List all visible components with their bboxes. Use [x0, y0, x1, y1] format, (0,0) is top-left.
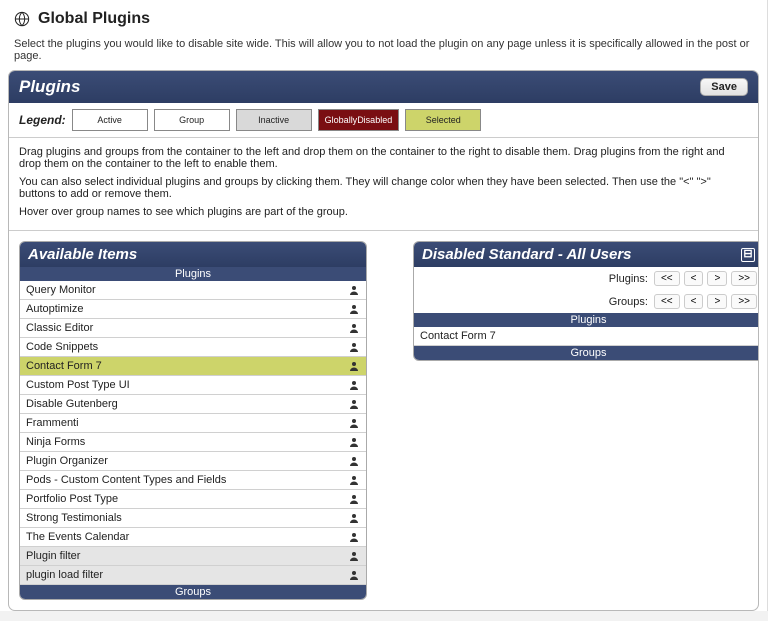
- available-plugin-item[interactable]: Query Monitor: [20, 281, 366, 300]
- groups-control-label: Groups:: [609, 296, 648, 308]
- panel-header: Plugins Save: [9, 71, 758, 103]
- person-icon: [348, 455, 360, 467]
- plugin-label: Portfolio Post Type: [26, 493, 118, 505]
- page-title: Global Plugins: [38, 10, 150, 28]
- groups-move-right[interactable]: >: [707, 294, 727, 309]
- plugin-label: Custom Post Type UI: [26, 379, 130, 391]
- available-plugin-item[interactable]: Portfolio Post Type: [20, 490, 366, 509]
- plugins-move-all-right[interactable]: >>: [731, 271, 757, 286]
- available-plugin-item[interactable]: Plugin filter: [20, 547, 366, 566]
- plugin-label: Plugin filter: [26, 550, 80, 562]
- person-icon: [348, 284, 360, 296]
- plugins-controls: Plugins: << < > >>: [414, 267, 759, 290]
- legend-selected: Selected: [405, 109, 481, 131]
- page-header: Global Plugins: [0, 0, 767, 34]
- plugin-label: Query Monitor: [26, 284, 96, 296]
- instruction-line: You can also select individual plugins a…: [19, 176, 748, 200]
- collapse-icon[interactable]: ⊟: [741, 248, 755, 262]
- plugin-label: plugin load filter: [26, 569, 103, 581]
- groups-controls: Groups: << < > >>: [414, 290, 759, 313]
- person-icon: [348, 360, 360, 372]
- columns: Available Items Plugins Query Monitor Aut…: [9, 231, 758, 610]
- available-plugin-item[interactable]: Strong Testimonials: [20, 509, 366, 528]
- available-plugins-header: Plugins: [20, 267, 366, 281]
- person-icon: [348, 417, 360, 429]
- legend-inactive: Inactive: [236, 109, 312, 131]
- available-plugin-item[interactable]: Disable Gutenberg: [20, 395, 366, 414]
- available-plugin-item[interactable]: Contact Form 7: [20, 357, 366, 376]
- person-icon: [348, 436, 360, 448]
- available-plugin-item[interactable]: Plugin Organizer: [20, 452, 366, 471]
- person-icon: [348, 303, 360, 315]
- available-plugin-item[interactable]: Pods - Custom Content Types and Fields: [20, 471, 366, 490]
- available-list: Query Monitor Autoptimize Classic Editor Co…: [20, 281, 366, 585]
- legend-label: Legend:: [19, 113, 66, 127]
- plugin-label: Disable Gutenberg: [26, 398, 118, 410]
- legend-active: Active: [72, 109, 148, 131]
- panel-title: Plugins: [19, 77, 80, 97]
- plugins-move-all-left[interactable]: <<: [654, 271, 680, 286]
- plugin-label: Contact Form 7: [26, 360, 102, 372]
- available-plugin-item[interactable]: Frammenti: [20, 414, 366, 433]
- available-box[interactable]: Available Items Plugins Query Monitor Aut…: [19, 241, 367, 600]
- disabled-box[interactable]: Disabled Standard - All Users ⊟ Plugins:…: [413, 241, 759, 361]
- page: Global Plugins Select the plugins you wo…: [0, 0, 768, 611]
- legend-group: Group: [154, 109, 230, 131]
- person-icon: [348, 322, 360, 334]
- person-icon: [348, 550, 360, 562]
- person-icon: [348, 474, 360, 486]
- available-title: Available Items: [20, 242, 366, 267]
- groups-move-left[interactable]: <: [684, 294, 704, 309]
- available-plugin-item[interactable]: The Events Calendar: [20, 528, 366, 547]
- available-plugin-item[interactable]: Autoptimize: [20, 300, 366, 319]
- plugin-label: Classic Editor: [26, 322, 93, 334]
- person-icon: [348, 512, 360, 524]
- disabled-title: Disabled Standard - All Users ⊟: [414, 242, 759, 267]
- page-intro: Select the plugins you would like to dis…: [0, 34, 767, 70]
- person-icon: [348, 493, 360, 505]
- disabled-plugins-header: Plugins: [414, 313, 759, 327]
- person-icon: [348, 531, 360, 543]
- plugin-label: Plugin Organizer: [26, 455, 108, 467]
- person-icon: [348, 341, 360, 353]
- disabled-plugin-item[interactable]: Contact Form 7: [414, 327, 759, 346]
- instruction-line: Hover over group names to see which plug…: [19, 206, 748, 218]
- groups-move-all-left[interactable]: <<: [654, 294, 680, 309]
- instructions: Drag plugins and groups from the contain…: [9, 138, 758, 231]
- groups-move-all-right[interactable]: >>: [731, 294, 757, 309]
- disabled-groups-header: Groups: [414, 346, 759, 360]
- plugin-label: Strong Testimonials: [26, 512, 122, 524]
- plugins-move-left[interactable]: <: [684, 271, 704, 286]
- legend-globally-disabled: GloballyDisabled: [318, 109, 400, 131]
- plugin-label: Pods - Custom Content Types and Fields: [26, 474, 226, 486]
- globe-icon: [14, 11, 30, 27]
- person-icon: [348, 379, 360, 391]
- legend-row: Legend: Active Group Inactive GloballyDi…: [9, 103, 758, 138]
- person-icon: [348, 398, 360, 410]
- plugin-label: Ninja Forms: [26, 436, 85, 448]
- plugin-label: Autoptimize: [26, 303, 83, 315]
- plugin-label: Code Snippets: [26, 341, 98, 353]
- available-plugin-item[interactable]: Custom Post Type UI: [20, 376, 366, 395]
- plugins-control-label: Plugins:: [609, 273, 648, 285]
- available-plugin-item[interactable]: Code Snippets: [20, 338, 366, 357]
- plugin-label: Contact Form 7: [420, 330, 496, 342]
- plugins-panel: Plugins Save Legend: Active Group Inacti…: [8, 70, 759, 611]
- person-icon: [348, 569, 360, 581]
- plugin-label: Frammenti: [26, 417, 79, 429]
- plugins-move-right[interactable]: >: [707, 271, 727, 286]
- instruction-line: Drag plugins and groups from the contain…: [19, 146, 748, 170]
- plugin-label: The Events Calendar: [26, 531, 129, 543]
- save-button[interactable]: Save: [700, 78, 748, 96]
- available-plugin-item[interactable]: plugin load filter: [20, 566, 366, 585]
- available-plugin-item[interactable]: Classic Editor: [20, 319, 366, 338]
- available-groups-header: Groups: [20, 585, 366, 599]
- available-plugin-item[interactable]: Ninja Forms: [20, 433, 366, 452]
